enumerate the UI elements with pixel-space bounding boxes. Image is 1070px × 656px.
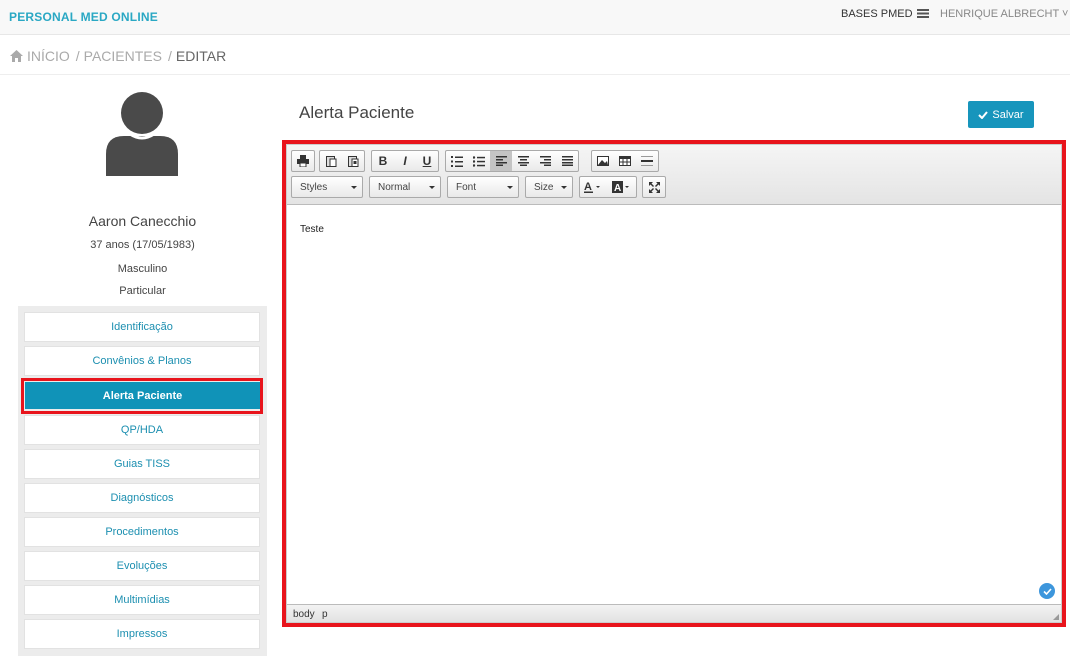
styles-select[interactable]: Styles bbox=[291, 176, 363, 198]
font-select[interactable]: Font bbox=[447, 176, 519, 198]
rich-text-editor: B I U Styles Normal Font Size A A Teste … bbox=[286, 144, 1062, 623]
breadcrumb-current: EDITAR bbox=[175, 48, 227, 64]
maximize-icon[interactable] bbox=[643, 177, 665, 197]
table-icon[interactable] bbox=[614, 151, 636, 171]
breadcrumb-home[interactable]: INÍCIO bbox=[27, 48, 70, 64]
ordered-list-icon[interactable] bbox=[446, 151, 468, 171]
save-button-label: Salvar bbox=[992, 108, 1024, 121]
maximize-group bbox=[642, 176, 666, 198]
menu-item-guias-tiss[interactable]: Guias TISS bbox=[24, 449, 260, 479]
align-group bbox=[445, 150, 579, 172]
editor-statusbar: body p bbox=[287, 604, 1061, 622]
save-button[interactable]: Salvar bbox=[968, 101, 1034, 128]
menu-item-qp-hda[interactable]: QP/HDA bbox=[24, 415, 260, 445]
bases-link[interactable]: BASES PMED bbox=[841, 8, 913, 20]
size-select[interactable]: Size bbox=[525, 176, 573, 198]
align-left-icon[interactable] bbox=[490, 151, 512, 171]
database-icon[interactable] bbox=[917, 9, 929, 18]
path-p[interactable]: p bbox=[322, 609, 328, 620]
editor-toolbar: B I U Styles Normal Font Size A A bbox=[287, 145, 1061, 205]
patient-sex: Masculino bbox=[117, 263, 168, 275]
clipboard-group bbox=[319, 150, 365, 172]
menu-item-identificacao[interactable]: Identificação bbox=[24, 312, 260, 342]
breadcrumb-bar: INÍCIO / PACIENTES / EDITAR bbox=[0, 36, 1070, 75]
menu-item-impressos[interactable]: Impressos bbox=[24, 619, 260, 649]
path-body[interactable]: body bbox=[293, 609, 315, 620]
patient-age: 37 anos (17/05/1983) bbox=[90, 239, 195, 251]
paste-icon[interactable] bbox=[320, 151, 342, 171]
patient-name: Aaron Canecchio bbox=[88, 213, 197, 229]
breadcrumb-patients[interactable]: PACIENTES bbox=[84, 48, 162, 64]
text-color-icon[interactable]: A bbox=[580, 177, 608, 197]
format-select[interactable]: Normal bbox=[369, 176, 441, 198]
paste-word-icon[interactable] bbox=[342, 151, 364, 171]
color-group: A A bbox=[579, 176, 637, 198]
menu-item-diagnosticos[interactable]: Diagnósticos bbox=[24, 483, 260, 513]
unordered-list-icon[interactable] bbox=[468, 151, 490, 171]
background-color-icon[interactable]: A bbox=[608, 177, 636, 197]
breadcrumb-separator: / bbox=[167, 48, 172, 64]
print-group bbox=[291, 150, 315, 172]
check-icon bbox=[978, 110, 989, 119]
format-select-value: Normal bbox=[378, 181, 411, 193]
align-justify-icon[interactable] bbox=[556, 151, 578, 171]
menu-item-convenios[interactable]: Convênios & Planos bbox=[24, 346, 260, 376]
spellcheck-check-icon[interactable] bbox=[1039, 583, 1055, 599]
text-style-group: B I U bbox=[371, 150, 439, 172]
brand-logo[interactable]: PERSONAL MED ONLINE bbox=[9, 10, 158, 24]
print-icon[interactable] bbox=[292, 151, 314, 171]
image-icon[interactable] bbox=[592, 151, 614, 171]
font-select-value: Font bbox=[456, 181, 477, 193]
insert-group bbox=[591, 150, 659, 172]
active-item-highlight bbox=[21, 378, 263, 414]
patient-menu: Identificação Convênios & Planos Alerta … bbox=[18, 306, 267, 656]
home-icon bbox=[10, 50, 23, 62]
underline-icon[interactable]: U bbox=[416, 151, 438, 171]
size-select-value: Size bbox=[534, 181, 554, 193]
horizontal-rule-icon[interactable] bbox=[636, 151, 658, 171]
align-center-icon[interactable] bbox=[512, 151, 534, 171]
top-navbar: PERSONAL MED ONLINE BASES PMED HENRIQUE … bbox=[0, 0, 1070, 35]
resize-handle-icon[interactable] bbox=[1053, 614, 1059, 620]
patient-plan: Particular bbox=[119, 285, 166, 297]
svg-text:A: A bbox=[614, 183, 621, 193]
svg-text:A: A bbox=[584, 181, 592, 193]
menu-item-procedimentos[interactable]: Procedimentos bbox=[24, 517, 260, 547]
breadcrumb-separator: / bbox=[75, 48, 80, 64]
page-title: Alerta Paciente bbox=[299, 103, 415, 122]
menu-item-multimidias[interactable]: Multimídias bbox=[24, 585, 260, 615]
user-avatar-icon bbox=[106, 92, 178, 176]
align-right-icon[interactable] bbox=[534, 151, 556, 171]
breadcrumb: INÍCIO / PACIENTES / EDITAR bbox=[10, 48, 226, 64]
styles-select-value: Styles bbox=[300, 181, 328, 193]
editor-text[interactable]: Teste bbox=[300, 224, 324, 235]
bold-icon[interactable]: B bbox=[372, 151, 394, 171]
user-menu[interactable]: HENRIQUE ALBRECHT ˅ bbox=[940, 8, 1068, 20]
menu-item-evolucoes[interactable]: Evoluções bbox=[24, 551, 260, 581]
editor-content[interactable]: Teste bbox=[287, 206, 1061, 604]
italic-icon[interactable]: I bbox=[394, 151, 416, 171]
